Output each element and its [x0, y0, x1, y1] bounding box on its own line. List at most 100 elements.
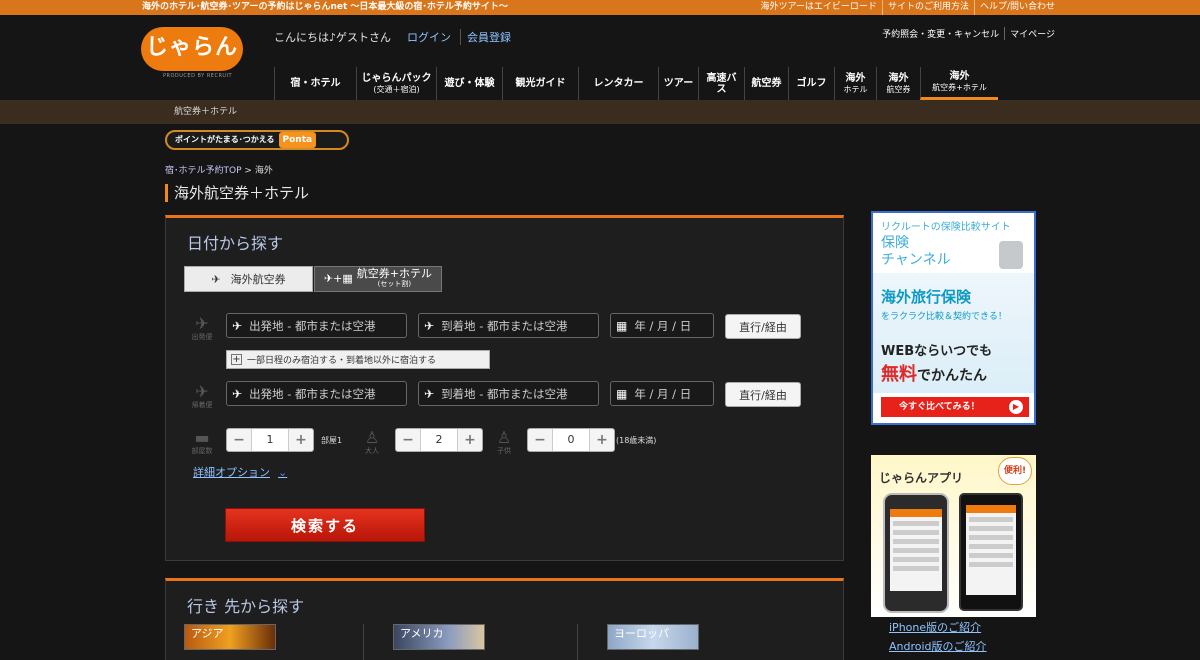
- detail-options-link[interactable]: 詳細オプション ⌄: [193, 464, 287, 480]
- calendar-icon: ▦: [616, 318, 628, 333]
- calendar-icon: ▦: [616, 386, 628, 401]
- greeting-text: こんにちは♪ゲストさん: [274, 31, 392, 44]
- destination-search-panel: 行き 先から探す アジア アメリカ ヨーロッパ: [165, 578, 844, 660]
- ad-insurance-line3: WEBならいつでも: [881, 344, 993, 359]
- landing-icon: ✈: [424, 386, 435, 401]
- suitcase-icon: [999, 241, 1023, 269]
- region-europe[interactable]: ヨーロッパ: [607, 624, 699, 650]
- sub-bar: 航空券＋ホテル: [0, 100, 1200, 124]
- children-note: (18歳未満): [616, 436, 657, 445]
- outbound-to-input[interactable]: ✈ 到着地 - 都市または空港: [418, 313, 599, 338]
- ponta-banner[interactable]: ポイントがたまる･つかえる Ponta: [165, 130, 349, 150]
- region-asia[interactable]: アジア: [184, 624, 276, 650]
- recruit-credit: PRODUCED BY RECRUIT: [163, 73, 233, 79]
- insurance-ad-banner[interactable]: リクルートの保険比較サイト 保険 チャンネル 海外旅行保険 をラクラク比較＆契約で…: [871, 211, 1036, 425]
- nav-golf[interactable]: ゴルフ: [788, 67, 834, 100]
- return-date-input[interactable]: ▦ 年 / 月 / 日: [610, 381, 714, 406]
- plus-icon[interactable]: +: [458, 432, 482, 448]
- minus-icon[interactable]: −: [528, 432, 552, 448]
- destination-search-heading: 行き 先から探す: [187, 597, 305, 616]
- breadcrumb-top-link[interactable]: 宿･ホテル予約TOP: [165, 166, 242, 176]
- link-abroad-tour[interactable]: 海外ツアーはエイビーロード: [755, 0, 881, 15]
- outbound-via-button[interactable]: 直行/経由: [725, 314, 801, 339]
- nav-tour[interactable]: ツアー: [658, 67, 698, 100]
- children-stepper[interactable]: − 0 +: [527, 428, 615, 452]
- app-ad-title: じゃらんアプリ: [879, 471, 964, 485]
- chevron-down-icon: ⌄: [278, 466, 288, 479]
- breadcrumb-current: 海外: [254, 166, 273, 176]
- date-search-panel: 日付から探す ✈ 海外航空券 ✈+▦ 航空券+ホテル (セット割) ✈ 出発便 ✈ 出発地…: [165, 215, 844, 561]
- outbound-from-input[interactable]: ✈ 出発地 - 都市または空港: [226, 313, 407, 338]
- plus-icon[interactable]: +: [289, 432, 313, 448]
- return-to-input[interactable]: ✈ 到着地 - 都市または空港: [418, 381, 599, 406]
- mypage-link[interactable]: マイページ: [1004, 27, 1060, 40]
- ad-insurance-brand: 保険 チャンネル: [881, 235, 951, 268]
- search-button[interactable]: 検索する: [225, 508, 425, 542]
- ad-insurance-free: 無料でかんたん: [881, 364, 987, 385]
- nav-hotel[interactable]: 宿・ホテル: [274, 67, 356, 100]
- ad-insurance-sub: をラクラク比較＆契約できる！: [881, 312, 1007, 322]
- children-value[interactable]: 0: [552, 429, 590, 451]
- rooms-unit: 部屋1: [321, 436, 343, 445]
- minus-icon[interactable]: −: [396, 432, 420, 448]
- iphone-app-link[interactable]: iPhone版のご紹介: [889, 619, 981, 635]
- plane-icon: ✈: [195, 382, 209, 401]
- tab-flight-only[interactable]: ✈ 海外航空券: [184, 266, 313, 292]
- nav-bus[interactable]: 高速バス: [698, 67, 744, 100]
- adult-icon: ♙: [364, 428, 380, 447]
- takeoff-icon: ✈: [232, 318, 243, 333]
- adults-stepper[interactable]: − 2 +: [395, 428, 483, 452]
- outbound-label: ✈ 出発便: [188, 316, 216, 342]
- return-via-button[interactable]: 直行/経由: [725, 382, 801, 407]
- nav-flight[interactable]: 航空券: [744, 67, 788, 100]
- breadcrumb-separator: >: [244, 166, 252, 176]
- rooms-value[interactable]: 1: [251, 429, 289, 451]
- reservation-link[interactable]: 予約照会・変更・キャンセル: [877, 27, 1004, 40]
- takeoff-icon: ✈: [232, 386, 243, 401]
- link-help[interactable]: ヘルプ/問い合わせ: [973, 0, 1060, 15]
- site-tagline: 海外のホテル･航空券･ツアーの予約はじゃらんnet 〜日本最大級の宿･ホテル予約…: [142, 2, 508, 12]
- member-links: 予約照会・変更・キャンセル マイページ: [877, 27, 1060, 40]
- return-from-input[interactable]: ✈ 出発地 - 都市または空港: [226, 381, 407, 406]
- nav-abroad-flight[interactable]: 海外 航空券: [876, 67, 920, 100]
- ponta-text: ポイントがたまる･つかえる: [175, 135, 275, 144]
- add-stay-button[interactable]: + 一部日程のみ宿泊する・到着地以外に宿泊する: [226, 350, 490, 369]
- ad-insurance-line1: リクルートの保険比較サイト: [881, 222, 1011, 233]
- minus-icon[interactable]: −: [227, 432, 251, 448]
- nav-activity[interactable]: 遊び・体験: [436, 67, 502, 100]
- android-image: [959, 493, 1023, 611]
- login-link[interactable]: ログイン: [407, 29, 451, 45]
- plus-icon: +: [231, 354, 242, 365]
- landing-icon: ✈: [424, 318, 435, 333]
- region-america[interactable]: アメリカ: [393, 624, 485, 650]
- header: じゃらん PRODUCED BY RECRUIT こんにちは♪ゲストさん ログイ…: [0, 15, 1200, 100]
- tab-flight-hotel[interactable]: ✈+▦ 航空券+ホテル (セット割): [314, 266, 442, 292]
- app-ad-banner[interactable]: じゃらんアプリ 便利!: [871, 455, 1036, 617]
- ad-insurance-cta[interactable]: 今すぐ比べてみる！ ▶: [881, 397, 1029, 417]
- app-ad-badge: 便利!: [998, 457, 1032, 485]
- breadcrumb: 宿･ホテル予約TOP > 海外: [165, 163, 273, 176]
- nav-abroad-hotel[interactable]: 海外 ホテル: [834, 67, 876, 100]
- register-link[interactable]: 会員登録: [460, 29, 511, 45]
- return-label: ✈ 帰着便: [188, 384, 216, 410]
- plus-icon[interactable]: +: [590, 432, 614, 448]
- nav-abroad-flight-hotel[interactable]: 海外 航空券+ホテル: [920, 67, 998, 100]
- top-links: 海外ツアーはエイビーロード サイトのご利用方法 ヘルプ/問い合わせ: [755, 0, 1060, 15]
- arrow-right-icon: ▶: [1009, 400, 1023, 414]
- sub-bar-label: 航空券＋ホテル: [174, 107, 238, 117]
- nav-rentacar[interactable]: レンタカー: [578, 67, 658, 100]
- ad-insurance-headline: 海外旅行保険: [881, 288, 972, 306]
- divider: [363, 624, 364, 660]
- nav-guide[interactable]: 観光ガイド: [502, 67, 578, 100]
- link-site-usage[interactable]: サイトのご利用方法: [881, 0, 974, 15]
- plane-hotel-icon: ✈+▦: [323, 272, 353, 285]
- android-app-link[interactable]: Android版のご紹介: [889, 638, 987, 654]
- ponta-logo: Ponta: [278, 132, 317, 148]
- outbound-date-input[interactable]: ▦ 年 / 月 / 日: [610, 313, 714, 338]
- nav-pack[interactable]: じゃらんパック (交通＋宿泊): [356, 67, 436, 100]
- plane-icon: ✈: [211, 272, 221, 286]
- jalan-logo[interactable]: じゃらん: [141, 27, 243, 71]
- rooms-stepper[interactable]: − 1 +: [226, 428, 314, 452]
- adults-value[interactable]: 2: [420, 429, 458, 451]
- date-search-heading: 日付から探す: [187, 234, 284, 253]
